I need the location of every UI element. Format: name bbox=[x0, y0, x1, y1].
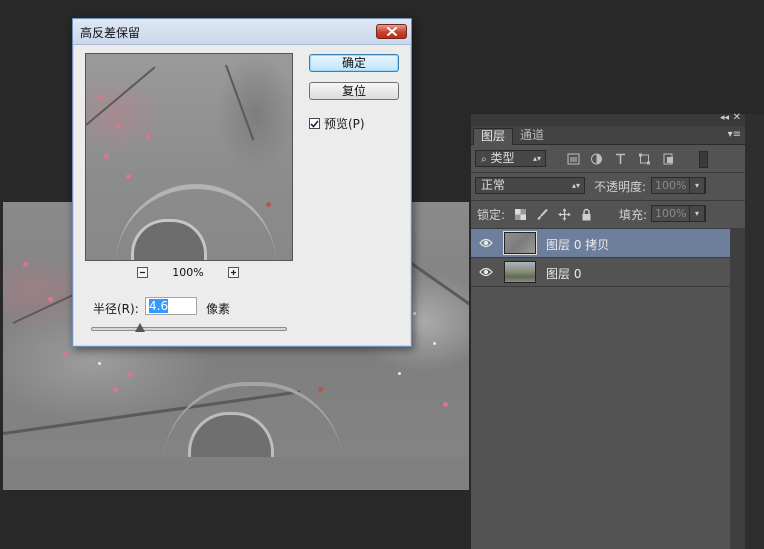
blend-mode-select[interactable]: 正常 ▴▾ bbox=[475, 177, 585, 194]
lock-transparency-icon[interactable] bbox=[514, 208, 527, 221]
opacity-dropdown[interactable]: ▾ bbox=[689, 177, 705, 194]
blossom bbox=[48, 297, 53, 302]
preview-toggle[interactable]: 预览(P) bbox=[309, 115, 365, 132]
panel-tabs: 图层 通道 ▾≡ bbox=[471, 126, 745, 145]
blossom bbox=[63, 352, 68, 357]
layer-name: 图层 0 拷贝 bbox=[546, 238, 610, 252]
highlight bbox=[98, 362, 101, 365]
lock-row: 锁定: 填充: 100% ▾ bbox=[471, 201, 745, 229]
ok-button[interactable]: 确定 bbox=[309, 54, 399, 72]
water-surface bbox=[3, 457, 469, 490]
highlight bbox=[398, 372, 401, 375]
lock-position-move-icon[interactable] bbox=[558, 208, 571, 221]
collapse-panel-icon[interactable]: ◂◂ bbox=[720, 113, 729, 123]
blossom bbox=[443, 402, 448, 407]
blossom bbox=[98, 94, 103, 99]
highlight bbox=[433, 342, 436, 345]
blossom bbox=[113, 387, 118, 392]
lock-all-padlock-icon[interactable] bbox=[580, 208, 593, 221]
blossom bbox=[146, 134, 151, 139]
tab-layers[interactable]: 图层 bbox=[473, 128, 514, 145]
smart-object-filter-icon[interactable] bbox=[662, 153, 675, 165]
tab-channels[interactable]: 通道 bbox=[513, 128, 551, 144]
zoom-in-button[interactable] bbox=[228, 267, 239, 278]
radius-input[interactable]: 4.6 bbox=[145, 297, 197, 315]
radius-unit: 像素 bbox=[206, 302, 231, 316]
reset-button[interactable]: 复位 bbox=[309, 82, 399, 100]
panel-menu-icon[interactable]: ▾≡ bbox=[728, 129, 741, 140]
blossom bbox=[104, 154, 109, 159]
opacity-label: 不透明度: bbox=[594, 180, 647, 194]
zoom-out-button[interactable] bbox=[137, 267, 148, 278]
checkmark-icon bbox=[310, 119, 319, 128]
layer-name: 图层 0 bbox=[546, 267, 582, 281]
figure bbox=[266, 202, 271, 207]
dialog-titlebar[interactable]: 高反差保留 bbox=[73, 19, 411, 45]
blend-row: 正常 ▴▾ 不透明度: 100% ▾ bbox=[471, 173, 745, 201]
layers-scrollbar[interactable] bbox=[730, 229, 745, 549]
fill-label: 填充: bbox=[619, 208, 648, 222]
stepper-arrows-icon: ▴▾ bbox=[532, 154, 541, 163]
panel-close-icon[interactable]: ✕ bbox=[733, 112, 741, 123]
layer-row-copy[interactable]: 图层 0 拷贝 bbox=[471, 229, 730, 258]
preview-checkbox[interactable] bbox=[309, 118, 320, 129]
shape-layer-filter-icon[interactable] bbox=[638, 153, 651, 165]
radius-label: 半径(R): bbox=[93, 302, 139, 316]
type-layer-filter-icon[interactable] bbox=[614, 153, 627, 165]
panel-top-bar[interactable]: ◂◂ ✕ bbox=[471, 112, 745, 126]
minus-icon bbox=[140, 271, 145, 274]
blossom bbox=[23, 262, 28, 267]
close-icon bbox=[386, 27, 397, 36]
panel-dock-gutter bbox=[745, 114, 764, 549]
stepper-arrows-icon: ▴▾ bbox=[571, 181, 580, 190]
radius-value: 4.6 bbox=[149, 299, 169, 313]
dialog-title: 高反差保留 bbox=[80, 26, 141, 40]
blend-mode-value: 正常 bbox=[481, 178, 506, 192]
layers-panel: ◂◂ ✕ 图层 通道 ▾≡ ⌕ 类型 ▴▾ 正常 ▴▾ 不透明度: 100% ▾… bbox=[471, 112, 745, 549]
layer-thumbnail bbox=[503, 231, 537, 255]
search-icon: ⌕ bbox=[481, 154, 487, 165]
layer-filter-row: ⌕ 类型 ▴▾ bbox=[471, 145, 745, 173]
figure bbox=[318, 387, 323, 392]
filter-preview[interactable] bbox=[85, 53, 293, 261]
blossom bbox=[116, 124, 121, 129]
filter-kind-select[interactable]: ⌕ 类型 ▴▾ bbox=[475, 150, 546, 167]
blossom bbox=[126, 174, 131, 179]
adjustment-layer-filter-icon[interactable] bbox=[590, 153, 603, 165]
filter-toggle-switch[interactable] bbox=[699, 151, 708, 168]
fill-dropdown[interactable]: ▾ bbox=[689, 205, 705, 222]
lock-label: 锁定: bbox=[477, 208, 506, 222]
zoom-level: 100% bbox=[172, 266, 204, 279]
high-pass-dialog: 高反差保留 100% 确定 复位 预览(P) 半径(R): 4.6 像素 bbox=[72, 18, 412, 347]
radius-slider[interactable] bbox=[91, 327, 287, 331]
radius-slider-thumb[interactable] bbox=[135, 323, 145, 332]
visibility-eye-icon[interactable] bbox=[479, 266, 493, 278]
layer-row-base[interactable]: 图层 0 bbox=[471, 258, 730, 287]
blossom bbox=[128, 372, 133, 377]
pixel-layer-filter-icon[interactable] bbox=[567, 153, 580, 165]
plus-icon bbox=[231, 270, 236, 275]
visibility-eye-icon[interactable] bbox=[479, 237, 493, 249]
close-button[interactable] bbox=[376, 24, 407, 39]
lock-pixels-brush-icon[interactable] bbox=[536, 208, 549, 221]
filter-kind-value: 类型 bbox=[490, 151, 515, 165]
image-branch bbox=[225, 64, 255, 141]
highlight bbox=[413, 312, 416, 315]
image-branch bbox=[86, 66, 156, 126]
layer-thumbnail bbox=[504, 261, 536, 283]
preview-label: 预览(P) bbox=[324, 117, 365, 131]
